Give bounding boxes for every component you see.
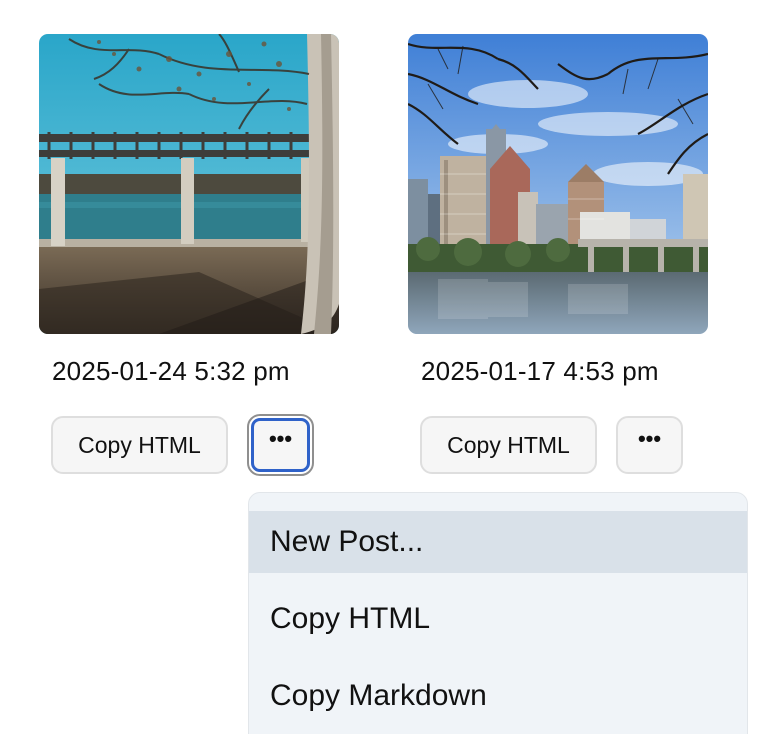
menu-item-copy-markdown[interactable]: Copy Markdown: [249, 665, 747, 727]
more-options-button[interactable]: •••: [616, 416, 683, 474]
more-options-menu: New Post... Copy HTML Copy Markdown: [248, 492, 748, 734]
photo-timestamp: 2025-01-24 5:32 pm: [52, 356, 290, 386]
menu-item-copy-html[interactable]: Copy HTML: [249, 588, 747, 650]
copy-html-button[interactable]: Copy HTML: [420, 416, 597, 474]
menu-item-new-post[interactable]: New Post...: [249, 511, 747, 573]
copy-html-button[interactable]: Copy HTML: [51, 416, 228, 474]
photo-timestamp: 2025-01-17 4:53 pm: [421, 356, 659, 386]
more-options-focus-ring: •••: [251, 418, 310, 472]
ellipsis-icon: •••: [268, 426, 293, 451]
ellipsis-icon: •••: [637, 426, 662, 451]
city-skyline-river-photo[interactable]: [408, 34, 708, 334]
more-options-button[interactable]: •••: [247, 414, 314, 476]
park-pergola-lake-photo[interactable]: [39, 34, 339, 334]
photo-gallery: 2025-01-24 5:32 pm 2025-01-17 4:53 pm Co…: [0, 0, 762, 734]
